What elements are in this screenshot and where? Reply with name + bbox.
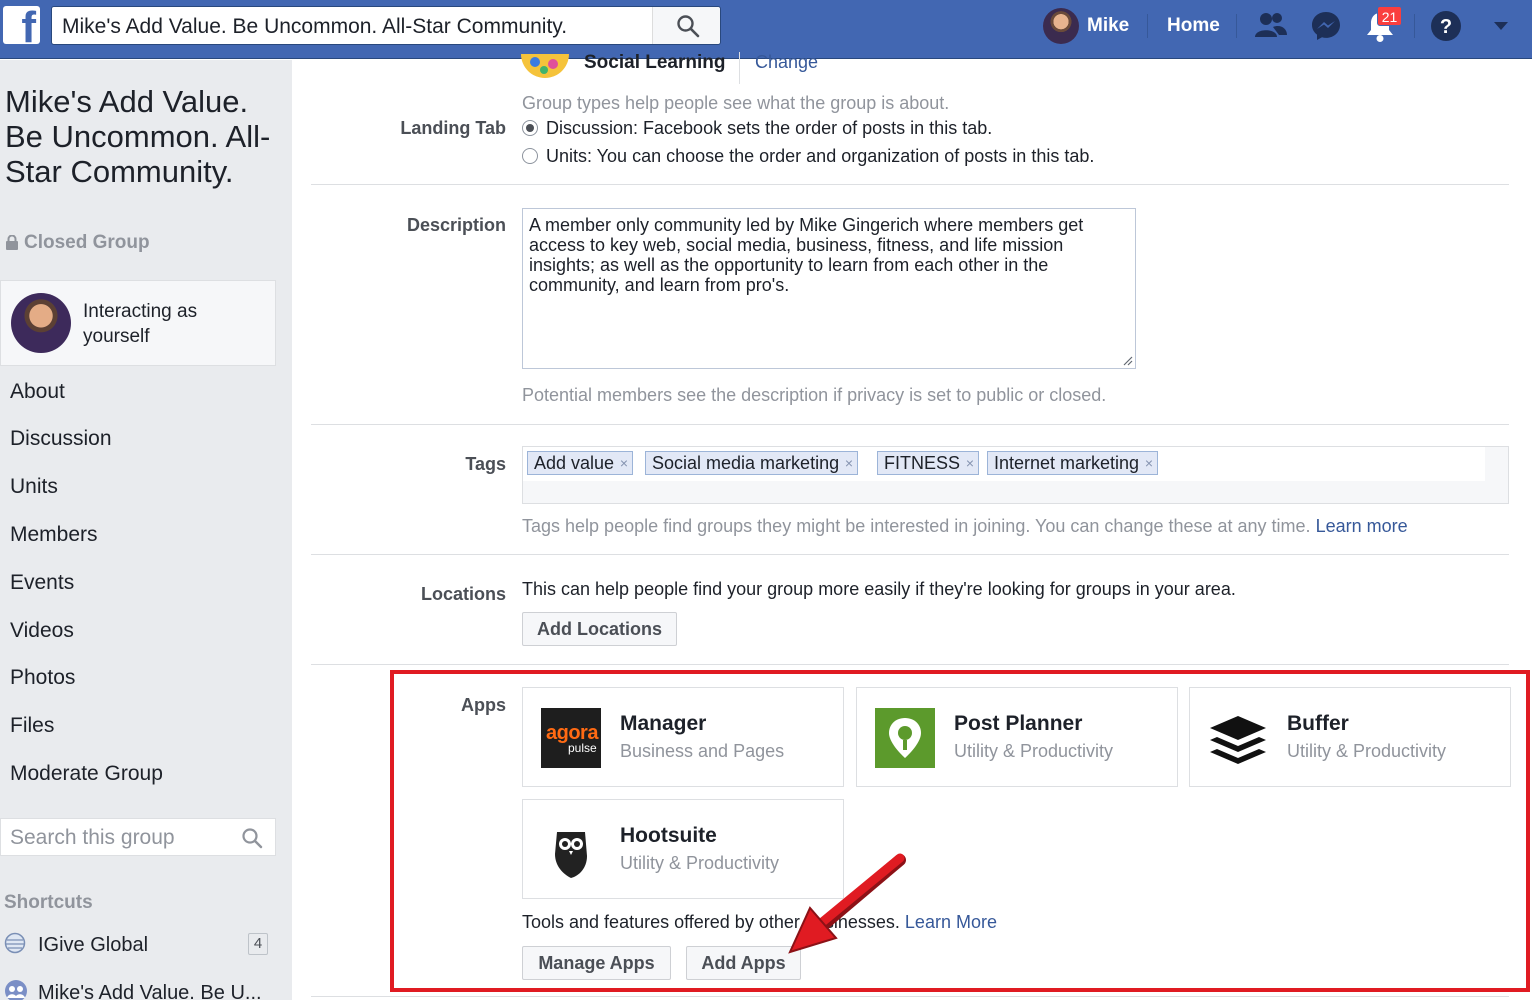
sidebar-item-discussion[interactable]: Discussion [10, 427, 112, 451]
tag-text: Add value [534, 453, 615, 473]
landing-tab-units-radio[interactable] [522, 148, 538, 164]
group-type-value: Social Learning [584, 52, 726, 73]
tag-remove-icon[interactable]: × [620, 452, 628, 474]
landing-tab-label: Landing Tab [400, 118, 506, 138]
global-search-input[interactable]: Mike's Add Value. Be Uncommon. All-Star … [62, 15, 567, 39]
friends-icon[interactable] [1254, 10, 1288, 42]
description-label: Description [406, 215, 506, 235]
shortcut-label: IGive Global [38, 934, 149, 956]
locations-label: Locations [420, 584, 506, 604]
group-type-divider [739, 52, 740, 84]
tag-remove-icon[interactable]: × [966, 452, 974, 474]
landing-tab-units-text: Units: You can choose the order and orga… [546, 146, 1095, 166]
home-link[interactable]: Home [1167, 15, 1220, 37]
group-search-input[interactable]: Search this group [10, 826, 175, 850]
group-title[interactable]: Mike's Add Value. Be Uncommon. All-Star … [5, 84, 285, 189]
tags-label: Tags [465, 454, 506, 474]
tags-learn-more-link[interactable]: Learn more [1316, 516, 1408, 536]
group-search-field[interactable]: Search this group [0, 818, 276, 856]
nav-divider [1147, 14, 1148, 38]
interacting-as-label: Interacting as yourself [83, 301, 198, 347]
group-type-icon [521, 54, 569, 78]
tags-hint: Tags help people find groups they might … [522, 516, 1408, 537]
top-navigation-bar: f Mike's Add Value. Be Uncommon. All-Sta… [0, 0, 1532, 59]
tags-hint-text: Tags help people find groups they might … [522, 516, 1311, 536]
tag-token[interactable]: Social media marketing × [645, 451, 859, 475]
facebook-logo-glyph: f [21, 6, 36, 44]
sidebar-item-photos[interactable]: Photos [10, 666, 75, 690]
group-icon [5, 980, 27, 1000]
tag-text: Internet marketing [994, 453, 1140, 473]
group-sidebar: Mike's Add Value. Be Uncommon. All-Star … [0, 60, 292, 1000]
group-type-hint: Group types help people see what the gro… [522, 93, 950, 113]
locations-hint: This can help people find your group mor… [522, 579, 1236, 599]
profile-avatar[interactable] [1043, 8, 1079, 44]
sidebar-item-units[interactable]: Units [10, 475, 58, 499]
igive-globe-icon [4, 932, 26, 954]
search-icon [242, 828, 263, 849]
shortcut-label: Mike's Add Value. Be U... [38, 982, 262, 1000]
nav-divider [1236, 14, 1237, 38]
resize-grip-icon[interactable] [1121, 354, 1133, 366]
description-textarea[interactable]: A member only community led by Mike Ging… [522, 208, 1136, 369]
sidebar-item-events[interactable]: Events [10, 571, 74, 595]
change-group-type-link[interactable]: Change [755, 52, 818, 73]
landing-tab-discussion-radio[interactable] [522, 120, 538, 136]
tags-token-area[interactable]: Add value × Social media marketing × FITNE… [523, 447, 1485, 481]
shortcut-igive-global[interactable]: IGive Global [4, 932, 148, 957]
privacy-text: Closed Group [24, 232, 150, 253]
section-divider [311, 184, 1509, 185]
search-icon [677, 15, 700, 38]
messenger-icon[interactable] [1310, 10, 1342, 42]
tags-input-field[interactable]: Add value × Social media marketing × FITNE… [522, 446, 1509, 504]
section-divider [311, 996, 1509, 997]
section-divider [311, 554, 1509, 555]
sidebar-item-about[interactable]: About [10, 380, 65, 404]
global-search-field[interactable]: Mike's Add Value. Be Uncommon. All-Star … [51, 6, 721, 45]
description-hint: Potential members see the description if… [522, 385, 1107, 405]
search-button[interactable] [652, 7, 720, 44]
lock-icon [6, 234, 18, 250]
privacy-label: Closed Group [6, 232, 150, 254]
tag-text: Social media marketing [652, 453, 840, 473]
profile-name-link[interactable]: Mike [1087, 15, 1129, 37]
tag-remove-icon[interactable]: × [1145, 452, 1153, 474]
apps-highlight-box [390, 670, 1530, 992]
red-arrow-icon [788, 853, 906, 954]
shortcuts-heading: Shortcuts [4, 892, 93, 913]
interacting-as-switcher[interactable]: Interacting as yourself [0, 280, 276, 366]
tag-token[interactable]: FITNESS × [877, 451, 980, 475]
section-divider [311, 424, 1509, 425]
tag-token[interactable]: Internet marketing × [987, 451, 1159, 475]
help-icon[interactable]: ? [1430, 10, 1462, 42]
tag-remove-icon[interactable]: × [845, 452, 853, 474]
svg-text:?: ? [1440, 16, 1452, 38]
add-locations-button[interactable]: Add Locations [522, 612, 677, 646]
notification-badge[interactable]: 21 [1377, 6, 1402, 26]
shortcut-group[interactable]: Mike's Add Value. Be U... [4, 980, 262, 1000]
sidebar-item-moderate-group[interactable]: Moderate Group [10, 762, 163, 786]
tag-token[interactable]: Add value × [527, 451, 634, 475]
sidebar-item-members[interactable]: Members [10, 523, 98, 547]
facebook-logo[interactable]: f [3, 6, 40, 44]
section-divider [311, 664, 1509, 665]
shortcut-count-badge: 4 [248, 933, 268, 955]
sidebar-item-files[interactable]: Files [10, 714, 54, 738]
nav-divider [1414, 14, 1415, 38]
tag-text: FITNESS [884, 453, 961, 473]
description-text: A member only community led by Mike Ging… [529, 215, 1084, 295]
sidebar-item-videos[interactable]: Videos [10, 619, 74, 643]
avatar [11, 293, 71, 353]
dropdown-icon[interactable] [1492, 20, 1510, 32]
landing-tab-discussion-text: Discussion: Facebook sets the order of p… [546, 118, 993, 138]
